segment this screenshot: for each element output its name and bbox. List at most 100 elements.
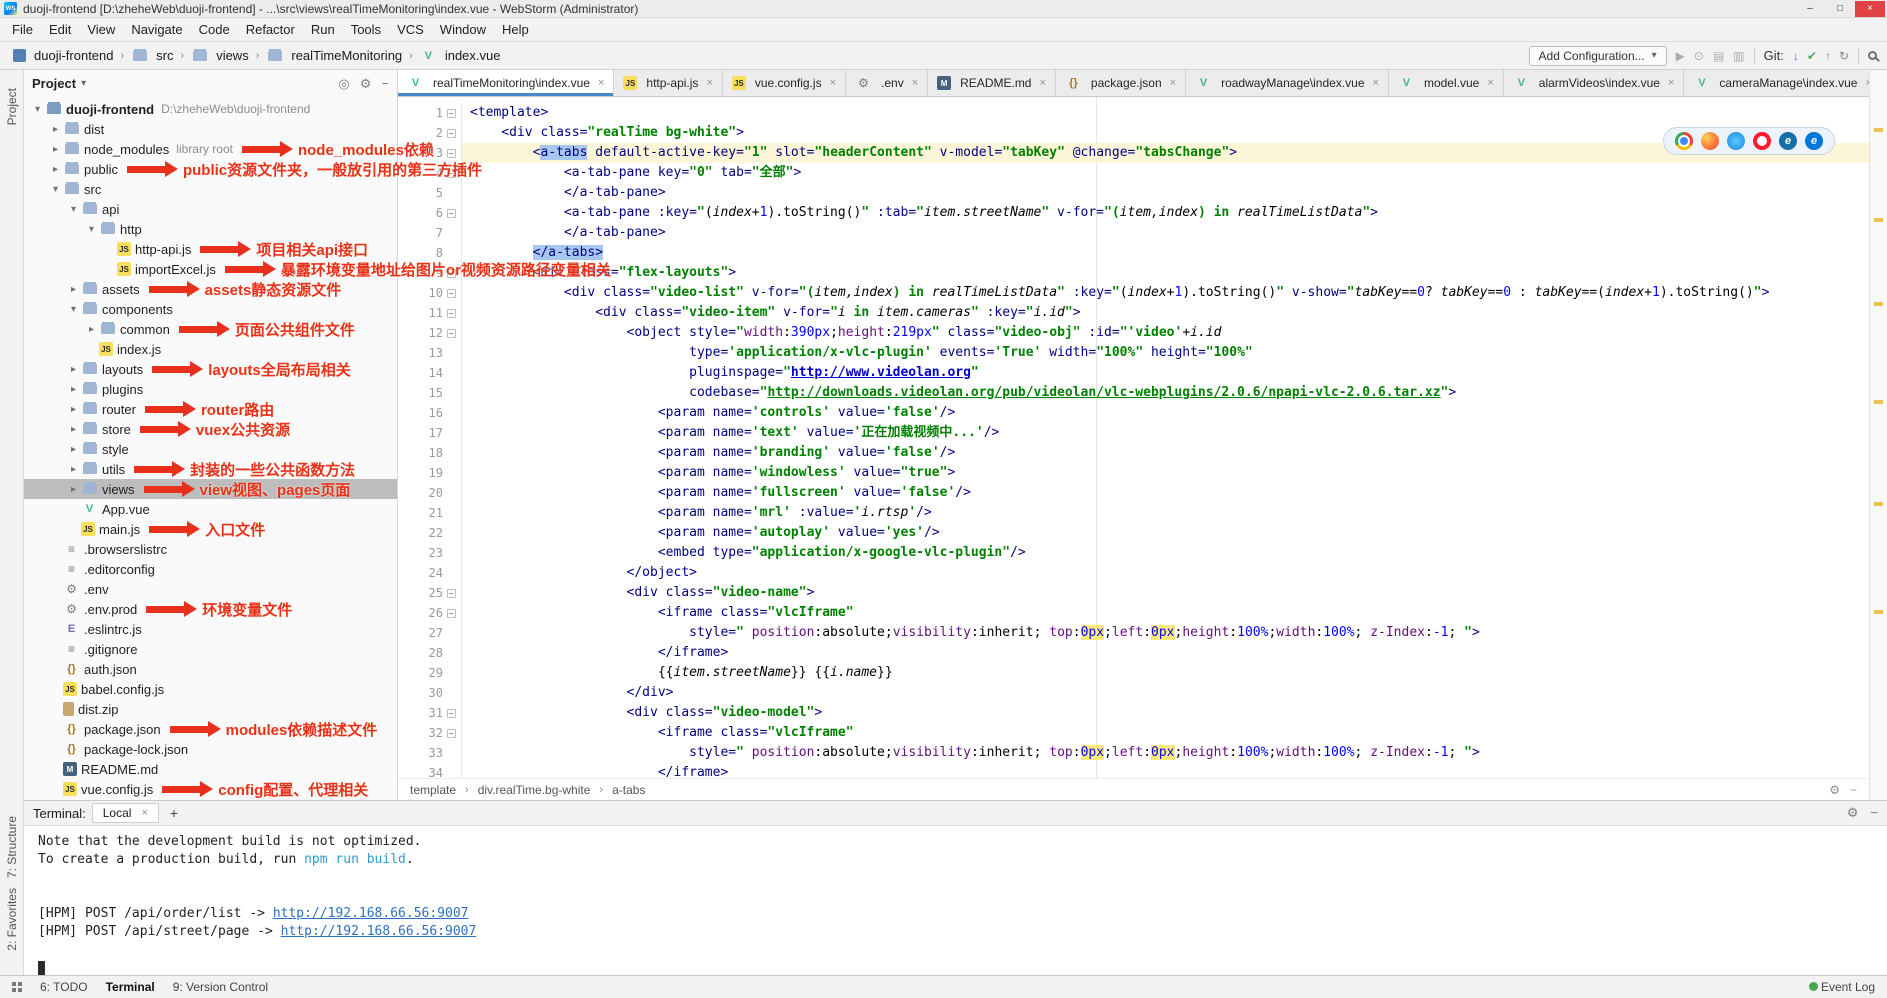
tree-item-dist[interactable]: ▸dist (24, 119, 397, 139)
tree-item-plugins[interactable]: ▸plugins (24, 379, 397, 399)
minimize-button[interactable]: – (1795, 1, 1825, 17)
breadcrumb-item-realtimemonitoring[interactable]: realTimeMonitoring (263, 47, 405, 64)
tree-item-http[interactable]: ▾http (24, 219, 397, 239)
code-text[interactable]: </iframe> (462, 643, 1869, 663)
tree-item-store[interactable]: ▸storevuex公共资源 (24, 419, 397, 439)
editor-tab-readme-md[interactable]: MREADME.md× (928, 70, 1056, 96)
close-tab-icon[interactable]: × (1373, 77, 1379, 89)
chevron-down-icon[interactable]: ▾ (81, 78, 86, 89)
fold-collapse-icon[interactable]: − (447, 289, 456, 298)
breadcrumb-item-views[interactable]: views (188, 47, 252, 64)
tree-item-common[interactable]: ▸common页面公共组件文件 (24, 319, 397, 339)
terminal-output[interactable]: Note that the development build is not o… (24, 826, 1887, 975)
debug-icon[interactable]: ⊙ (1694, 49, 1704, 63)
code-text[interactable]: <embed type="application/x-google-vlc-pl… (462, 543, 1869, 563)
code-text[interactable]: <param name='mrl' :value='i.rtsp'/> (462, 503, 1869, 523)
chevron-right-icon[interactable]: ▸ (66, 464, 81, 475)
code-text[interactable]: <a-tabs default-active-key="1" slot="hea… (462, 143, 1869, 163)
editor-tab-http-api-js[interactable]: JShttp-api.js× (614, 70, 722, 96)
line-number[interactable]: 10 (411, 283, 443, 303)
edge-icon[interactable]: e (1805, 132, 1823, 150)
code-text[interactable]: </iframe> (462, 763, 1869, 778)
tree-item-src[interactable]: ▾src (24, 179, 397, 199)
tree-item-duoji-frontend[interactable]: ▾duoji-frontendD:\zheheWeb\duoji-fronten… (24, 99, 397, 119)
fold-collapse-icon[interactable]: − (447, 589, 456, 598)
code-text[interactable]: <param name='autoplay' value='yes'/> (462, 523, 1869, 543)
code-text[interactable]: <div class="video-model"> (462, 703, 1869, 723)
code-text[interactable]: <div class="video-name"> (462, 583, 1869, 603)
breadcrumb-item-src[interactable]: src (128, 47, 176, 64)
run-icon[interactable]: ▶ (1676, 49, 1685, 63)
fold-collapse-icon[interactable]: − (447, 609, 456, 618)
editor-tab-cameramanage-index-vue[interactable]: VcameraManage\index.vue× (1684, 70, 1869, 96)
new-terminal-button[interactable]: + (165, 805, 183, 821)
editor-tab-alarmvideos-index-vue[interactable]: ValarmVideos\index.vue× (1504, 70, 1685, 96)
chevron-right-icon[interactable]: ▸ (48, 124, 63, 135)
line-number[interactable]: 30 (411, 683, 443, 703)
line-number[interactable]: 7 (411, 223, 443, 243)
status-item-6-todo[interactable]: 6: TODO (40, 980, 88, 994)
code-text[interactable]: <template> (462, 103, 1869, 123)
chevron-down-icon[interactable]: ▾ (66, 304, 81, 315)
line-number[interactable]: 13 (411, 343, 443, 363)
line-number[interactable]: 14 (411, 363, 443, 383)
fold-collapse-icon[interactable]: − (447, 309, 456, 318)
tree-item-babel-config-js[interactable]: JSbabel.config.js (24, 679, 397, 699)
inspection-mark[interactable] (1874, 400, 1883, 404)
code-text[interactable]: <param name='controls' value='false'/> (462, 403, 1869, 423)
menu-item-vcs[interactable]: VCS (389, 19, 432, 40)
chevron-right-icon[interactable]: ▸ (84, 324, 99, 335)
code-text[interactable]: </object> (462, 563, 1869, 583)
git-push-icon[interactable]: ↑ (1825, 49, 1831, 63)
chrome-icon[interactable] (1675, 132, 1693, 150)
menu-item-view[interactable]: View (79, 19, 123, 40)
tree-item-utils[interactable]: ▸utils封装的一些公共函数方法 (24, 459, 397, 479)
code-text[interactable]: </a-tabs> (462, 243, 1869, 263)
line-number[interactable]: 33 (411, 743, 443, 763)
code-text[interactable]: <iframe class="vlcIframe" (462, 603, 1869, 623)
fold-marker[interactable]: − (443, 283, 459, 303)
chevron-right-icon[interactable]: ▸ (66, 384, 81, 395)
line-number[interactable]: 31 (411, 703, 443, 723)
line-number[interactable]: 16 (411, 403, 443, 423)
stripe-label-project[interactable]: Project (5, 88, 19, 125)
code-text[interactable]: <div class="realTime bg-white"> (462, 123, 1869, 143)
line-number[interactable]: 26 (411, 603, 443, 623)
menu-item-navigate[interactable]: Navigate (123, 19, 190, 40)
tool-window-switcher-icon[interactable] (12, 982, 22, 992)
search-everywhere-icon[interactable] (1868, 51, 1877, 60)
editor-tab-roadwaymanage-index-vue[interactable]: VroadwayManage\index.vue× (1186, 70, 1389, 96)
breadcrumb-item-duoji-frontend[interactable]: duoji-frontend (10, 47, 117, 64)
stripe-label-7-structure[interactable]: 7: Structure (5, 816, 19, 878)
code-text[interactable]: <div class="video-list" v-for="(item,ind… (462, 283, 1869, 303)
code-text[interactable]: <a-tab-pane :key="(index+1).toString()" … (462, 203, 1869, 223)
fold-collapse-icon[interactable]: − (447, 729, 456, 738)
menu-item-edit[interactable]: Edit (41, 19, 79, 40)
inspection-mark[interactable] (1874, 502, 1883, 506)
code-text[interactable]: <param name='fullscreen' value='false'/> (462, 483, 1869, 503)
close-tab-icon[interactable]: × (830, 77, 836, 89)
fold-marker[interactable]: − (443, 303, 459, 323)
git-update-icon[interactable]: ↓ (1793, 49, 1799, 63)
hide-panel-icon[interactable]: − (1870, 805, 1878, 821)
tree-item-env-prod[interactable]: ⚙.env.prod环境变量文件 (24, 599, 397, 619)
tree-item-browserslistrc[interactable]: ≡.browserslistrc (24, 539, 397, 559)
editor-breadcrumb-a-tabs[interactable]: a-tabs (612, 783, 645, 797)
code-text[interactable]: </a-tab-pane> (462, 223, 1869, 243)
tree-item-index-js[interactable]: JSindex.js (24, 339, 397, 359)
line-number[interactable]: 32 (411, 723, 443, 743)
code-text[interactable]: style=" position:absolute;visibility:inh… (462, 623, 1869, 643)
editor-tab-realtimemonitoring-index-vue[interactable]: VrealTimeMonitoring\index.vue× (398, 70, 614, 96)
editor-breadcrumb-div-realtime-bg-white[interactable]: div.realTime.bg-white (478, 783, 591, 797)
line-number[interactable]: 20 (411, 483, 443, 503)
tree-item-readme-md[interactable]: MREADME.md (24, 759, 397, 779)
error-stripe[interactable] (1869, 70, 1887, 800)
tree-item-components[interactable]: ▾components (24, 299, 397, 319)
tree-item-api[interactable]: ▾api (24, 199, 397, 219)
menu-item-tools[interactable]: Tools (343, 19, 389, 40)
git-history-icon[interactable]: ↻ (1839, 49, 1849, 63)
chevron-down-icon[interactable]: ▾ (30, 104, 45, 115)
fold-marker[interactable]: − (443, 703, 459, 723)
tree-item-vue-config-js[interactable]: JSvue.config.jsconfig配置、代理相关 (24, 779, 397, 799)
chevron-right-icon[interactable]: ▸ (66, 424, 81, 435)
